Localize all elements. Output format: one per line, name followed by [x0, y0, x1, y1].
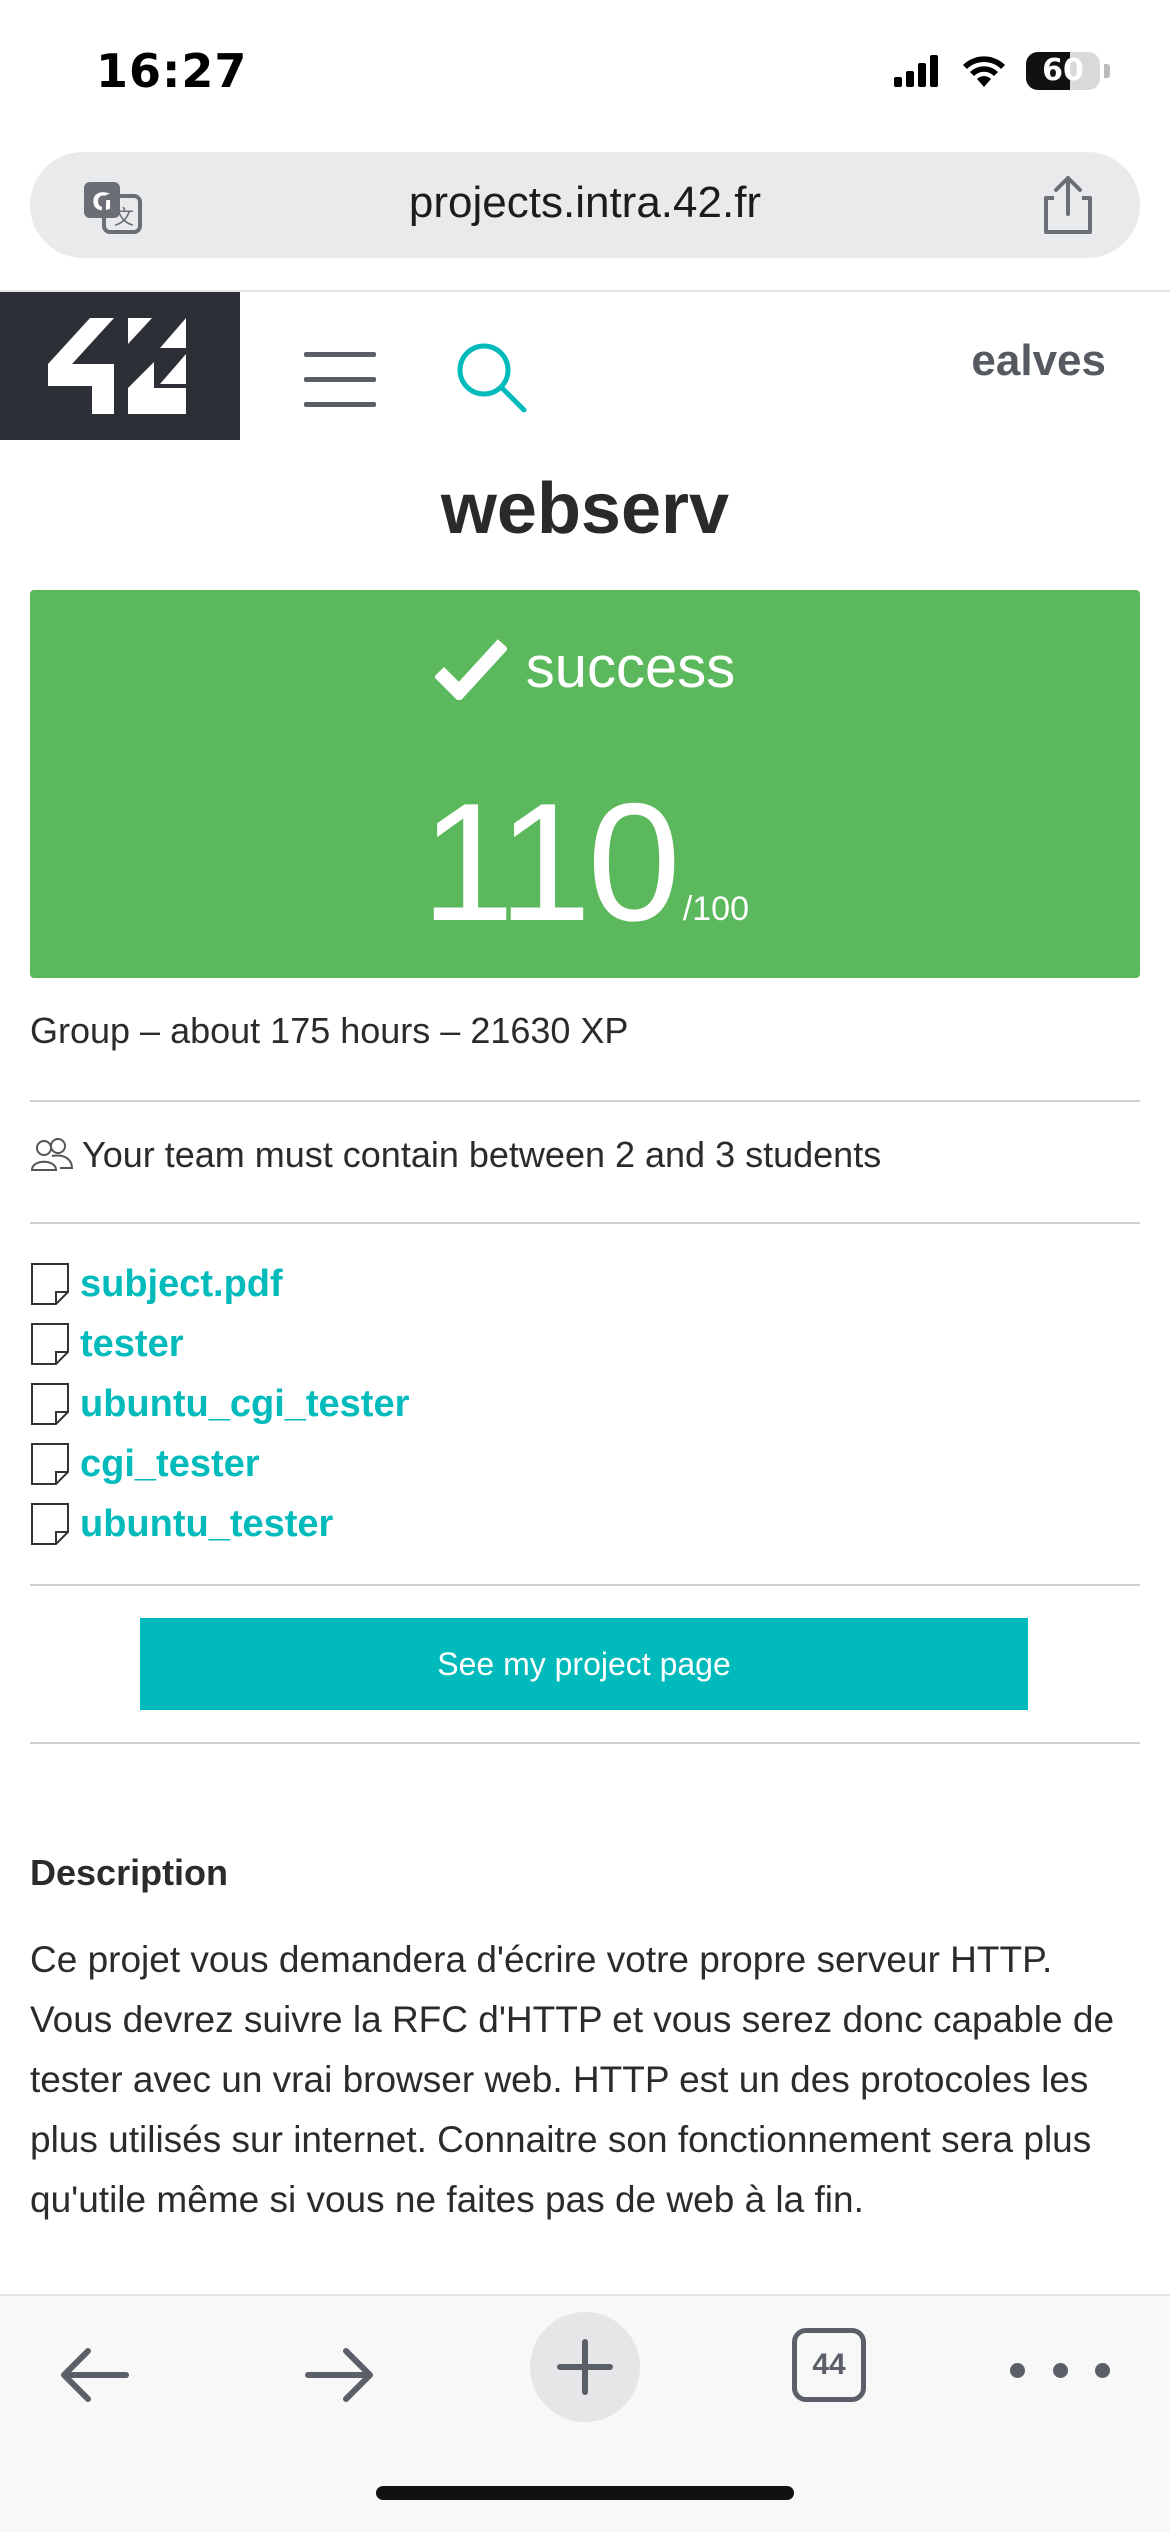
divider	[30, 1584, 1140, 1586]
share-icon[interactable]	[1038, 174, 1098, 236]
forward-arrow-icon[interactable]	[294, 2330, 384, 2420]
menu-icon[interactable]	[304, 352, 376, 408]
team-icon	[30, 1138, 74, 1171]
document-icon	[31, 1443, 69, 1485]
document-icon	[31, 1263, 69, 1305]
document-icon	[31, 1383, 69, 1425]
team-rule: Your team must contain between 2 and 3 s…	[30, 1134, 881, 1176]
address-bar[interactable]: G 文 projects.intra.42.fr	[30, 152, 1140, 258]
grade-panel: success 110/100	[30, 590, 1140, 978]
attachment-item[interactable]: tester	[30, 1314, 409, 1374]
status-time: 16:27	[96, 44, 248, 98]
grade-line: 110/100	[30, 766, 1140, 959]
plus-icon	[557, 2339, 613, 2395]
attachment-link[interactable]: tester	[80, 1323, 184, 1366]
status-bar: 16:27 60	[0, 0, 1170, 150]
grade-value: 110	[420, 768, 681, 956]
team-rule-text: Your team must contain between 2 and 3 s…	[82, 1134, 882, 1175]
attachment-item[interactable]: ubuntu_cgi_tester	[30, 1374, 409, 1434]
divider	[30, 1100, 1140, 1102]
signal-icon	[894, 55, 938, 87]
battery-icon: 60	[1026, 52, 1100, 90]
status-badge: success	[525, 635, 736, 700]
divider	[30, 1222, 1140, 1224]
wifi-icon	[963, 56, 1005, 87]
attachment-list: subject.pdf tester ubuntu_cgi_tester cgi…	[30, 1254, 409, 1554]
attachment-link[interactable]: subject.pdf	[80, 1263, 283, 1306]
username-link[interactable]: ealves	[971, 336, 1106, 386]
see-project-page-button[interactable]: See my project page	[140, 1618, 1028, 1710]
attachment-item[interactable]: cgi_tester	[30, 1434, 409, 1494]
description-text: Ce projet vous demandera d'écrire votre …	[30, 1939, 1115, 2220]
attachment-item[interactable]: ubuntu_tester	[30, 1494, 409, 1554]
back-arrow-icon[interactable]	[50, 2330, 140, 2420]
attachment-item[interactable]: subject.pdf	[30, 1254, 409, 1314]
grade-max: /100	[682, 890, 750, 928]
logo-42[interactable]	[0, 292, 240, 440]
document-icon	[31, 1503, 69, 1545]
status-icons: 60	[894, 52, 1110, 90]
battery-level: 60	[1042, 53, 1084, 88]
tabs-icon[interactable]: 44	[792, 2328, 866, 2402]
more-icon[interactable]	[1010, 2350, 1110, 2390]
check-icon	[434, 638, 507, 700]
document-icon	[31, 1323, 69, 1365]
url-text: projects.intra.42.fr	[408, 178, 762, 227]
logo-42-mark	[48, 318, 186, 414]
page-title: webserv	[440, 469, 730, 549]
attachment-link[interactable]: cgi_tester	[80, 1443, 260, 1486]
divider	[30, 1742, 1140, 1744]
project-info: Group – about 175 hours – 21630 XP	[30, 1010, 629, 1051]
attachment-link[interactable]: ubuntu_tester	[80, 1503, 333, 1546]
attachment-link[interactable]: ubuntu_cgi_tester	[80, 1383, 409, 1426]
status-line: success	[30, 634, 1140, 701]
home-indicator[interactable]	[376, 2486, 794, 2500]
new-tab-button[interactable]	[530, 2312, 640, 2422]
search-icon[interactable]	[452, 338, 532, 418]
description-title: Description	[30, 1852, 229, 1893]
